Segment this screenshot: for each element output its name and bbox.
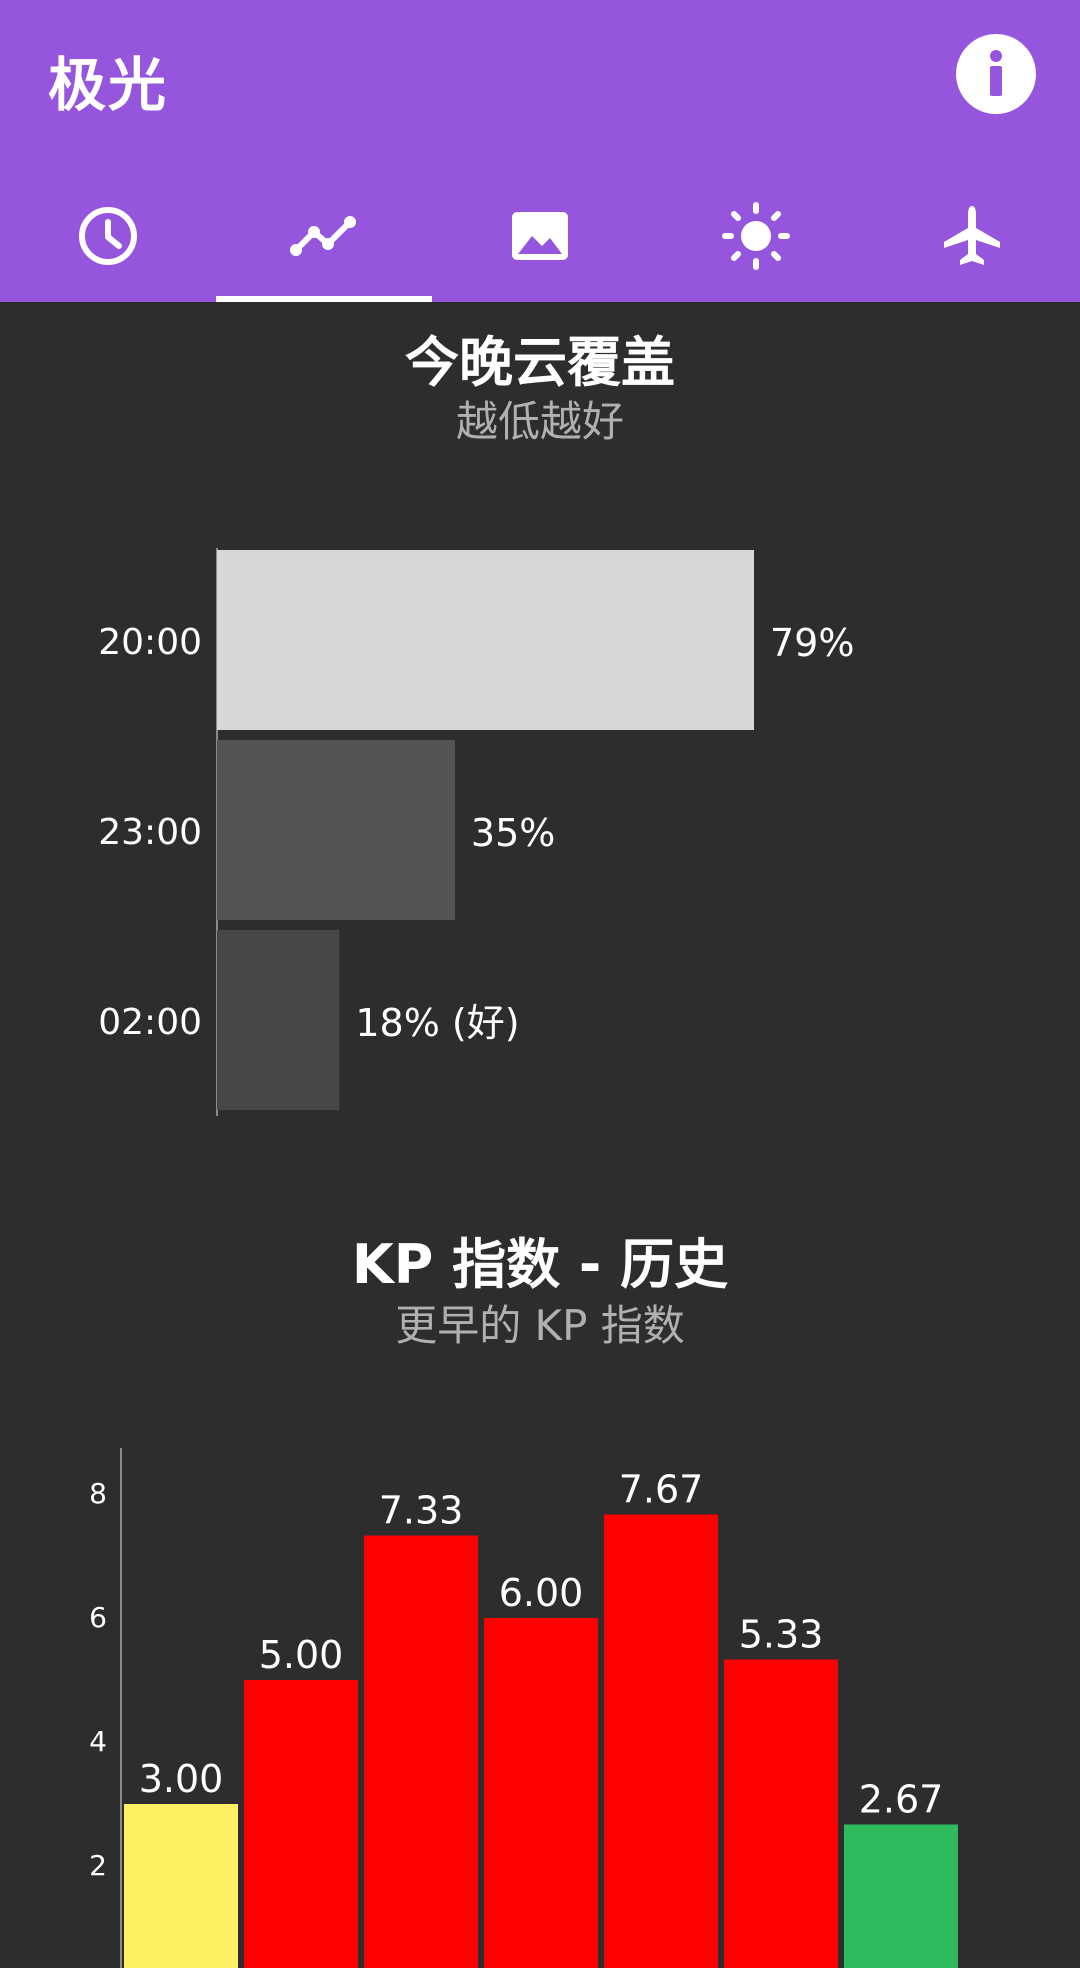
tab-selected-indicator [216,296,432,302]
cloud-bar [217,740,455,920]
airplane-icon [944,206,1000,265]
kp-value-label: 6.00 [499,1571,584,1615]
kp-chart-subtitle: 更早的 KP 指数 [395,1301,685,1350]
kp-y-tick-label: 8 [89,1477,107,1510]
app-title: 极光 [48,51,169,119]
kp-value-label: 5.00 [259,1633,344,1677]
app-bar: 极光 [0,0,1080,302]
tab-chart[interactable] [216,170,432,302]
cloud-value-label: 18% (好) [355,1001,519,1045]
kp-y-tick-label: 4 [89,1725,107,1758]
cloud-bar [217,930,340,1110]
tab-clock[interactable] [0,170,216,302]
kp-bar [244,1680,358,1968]
kp-value-label: 3.00 [139,1757,224,1801]
image-icon [512,212,568,260]
kp-value-label: 7.33 [379,1489,464,1533]
cloud-category-label: 02:00 [98,1002,202,1043]
kp-y-tick-label: 2 [89,1849,107,1882]
cloud-chart-title: 今晚云覆盖 [405,331,675,394]
kp-bar [724,1659,838,1968]
kp-bar [844,1824,958,1968]
kp-bar [364,1535,478,1968]
kp-chart-title: KP 指数 - 历史 [351,1233,729,1296]
clock-icon [79,207,137,265]
kp-value-label: 5.33 [739,1613,824,1657]
kp-bar [604,1514,718,1968]
cloud-chart-subtitle: 越低越好 [455,397,624,446]
tab-brightness[interactable] [648,170,864,302]
cloud-category-label: 23:00 [98,812,202,853]
line-chart-icon [290,216,356,256]
cloud-value-label: 79% [770,621,854,665]
cloud-category-label: 20:00 [98,622,202,663]
info-icon [990,50,1002,96]
info-button[interactable] [956,34,1036,114]
tab-flight[interactable] [864,170,1080,302]
cloud-value-label: 35% [471,811,555,855]
tab-bar [0,170,1080,302]
kp-y-tick-label: 6 [89,1601,107,1634]
cloud-bar [217,550,754,730]
kp-value-label: 7.67 [619,1467,704,1511]
tab-image[interactable] [432,170,648,302]
cloud-coverage-chart: 20:00 79% 23:00 35% 02:00 18% (好) [98,548,854,1116]
kp-history-chart: 2 4 6 8 3.00 5.00 7.33 6.00 7.67 5.33 2.67 [89,1448,958,1968]
sun-icon [722,202,790,270]
kp-bar [124,1804,238,1968]
kp-value-label: 2.67 [859,1777,944,1821]
kp-bar [484,1618,598,1968]
